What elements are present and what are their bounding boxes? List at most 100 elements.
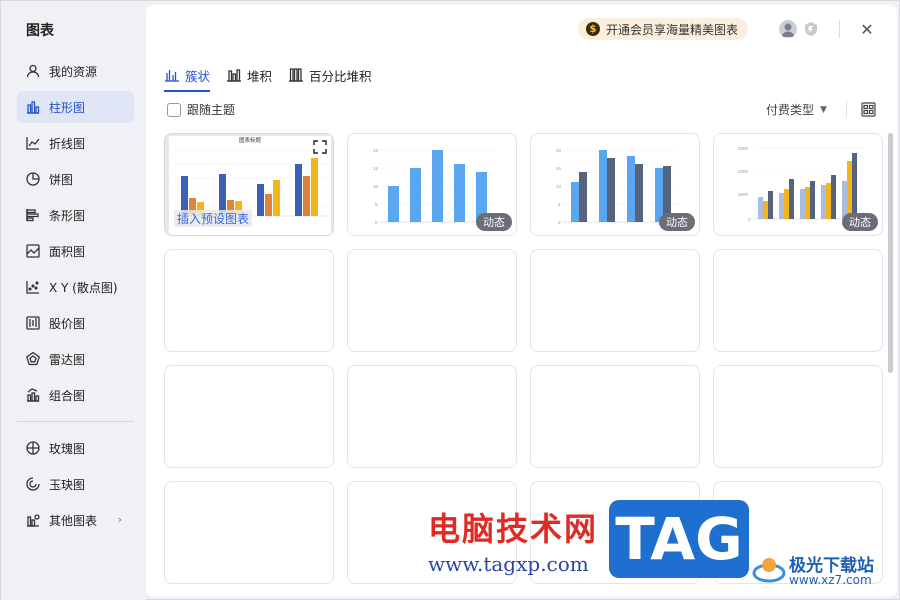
sidebar-item-label: 玉玦图 <box>49 477 86 492</box>
site-logo-icon <box>752 558 786 583</box>
svg-text:10: 10 <box>556 184 562 189</box>
chart-card-two-series[interactable]: 20 15 10 5 0 动态 <box>530 133 700 236</box>
chart-card-three-series[interactable]: 3000 2000 1000 0 动态 <box>713 133 883 236</box>
chart-card-placeholder[interactable] <box>347 249 517 352</box>
stock-chart-icon <box>25 315 41 331</box>
thumb-bar <box>805 187 810 219</box>
expand-icon[interactable] <box>311 138 329 156</box>
thumb-bar <box>303 176 310 216</box>
sidebar-item-label: 股价图 <box>49 316 86 331</box>
thumb-bar <box>847 161 852 219</box>
watermark-site: 极光下载站 www.xz7.com <box>751 549 897 595</box>
sidebar-item-label: 条形图 <box>49 208 86 223</box>
vip-coin-icon: $ <box>586 22 600 36</box>
chart-card-placeholder[interactable] <box>347 365 517 468</box>
thumb-bar <box>779 193 784 219</box>
sidebar-item-bar-chart[interactable]: 条形图 <box>17 199 134 231</box>
sidebar-item-pie-chart[interactable]: 饼图 <box>17 163 134 195</box>
caret-down-icon: ▼ <box>820 104 827 115</box>
svg-text:20: 20 <box>556 148 562 153</box>
grid-view-icon[interactable] <box>861 102 876 117</box>
chart-card-placeholder[interactable] <box>164 249 334 352</box>
thumb-title: 图表标题 <box>239 136 262 144</box>
pay-type-label: 付费类型 <box>766 103 815 117</box>
svg-text:2000: 2000 <box>738 169 749 174</box>
thumb-bar <box>571 182 579 222</box>
rose-chart-icon <box>25 440 41 456</box>
chart-card-placeholder[interactable] <box>164 481 334 584</box>
sidebar-item-other-chart[interactable]: 其他图表 › <box>17 504 134 536</box>
checkbox-box[interactable] <box>167 102 181 117</box>
thumb-bar <box>607 158 615 222</box>
clustered-column-icon <box>164 67 180 83</box>
combo-chart-icon <box>25 387 41 403</box>
chart-card-placeholder[interactable] <box>530 365 700 468</box>
thumb-bar <box>763 201 768 219</box>
sidebar-item-label: 其他图表 <box>49 513 98 528</box>
chart-card-single-series[interactable]: 20 15 10 5 0 动态 <box>347 133 517 236</box>
insert-preset-chart-button[interactable]: 插入预设图表 <box>174 210 253 227</box>
svg-text:15: 15 <box>373 166 379 171</box>
chart-card-placeholder[interactable] <box>713 249 883 352</box>
thumb-bar <box>311 158 318 216</box>
pie-chart-icon <box>25 171 41 187</box>
tab-stacked[interactable]: 堆积 <box>226 61 272 89</box>
sidebar-item-radar-chart[interactable]: 雷达图 <box>17 343 134 375</box>
svg-text:10: 10 <box>373 184 379 189</box>
svg-text:5: 5 <box>375 202 378 207</box>
sidebar-item-column-chart[interactable]: 柱形图 <box>17 91 134 123</box>
sidebar-item-rose-chart[interactable]: 玫瑰图 <box>17 432 134 464</box>
sidebar-item-line-chart[interactable]: 折线图 <box>17 127 134 159</box>
thumb-bar <box>826 183 831 219</box>
tab-clustered[interactable]: 簇状 <box>164 61 211 92</box>
chart-card-placeholder[interactable] <box>713 365 883 468</box>
chart-card-placeholder[interactable] <box>530 249 700 352</box>
thumb-bar <box>831 175 836 219</box>
svg-text:0: 0 <box>375 220 378 225</box>
dynamic-badge: 动态 <box>842 213 878 231</box>
sidebar-item-area-chart[interactable]: 面积图 <box>17 235 134 267</box>
sidebar-item-label: 玫瑰图 <box>49 441 86 456</box>
vip-promo-button[interactable]: $ 开通会员享海量精美图表 <box>578 18 749 40</box>
thumb-bar <box>257 184 264 216</box>
sidebar-item-combo-chart[interactable]: 组合图 <box>17 379 134 411</box>
dynamic-badge: 动态 <box>659 213 695 231</box>
follow-theme-checkbox[interactable]: 跟随主题 <box>167 101 235 118</box>
thumb-bar <box>852 153 857 219</box>
chart-dialog: 图表 我的资源 柱形图 折线图 饼图 条形图 面积图 X Y (散点图) 股价图… <box>0 0 900 600</box>
vip-badge-icon <box>805 22 817 36</box>
thumb-bar <box>579 172 587 222</box>
ring-chart-icon <box>25 476 41 492</box>
thumb-bar <box>784 189 789 219</box>
other-chart-icon <box>25 512 41 528</box>
close-button[interactable]: ✕ <box>858 20 876 39</box>
svg-text:0: 0 <box>748 217 751 222</box>
pay-type-dropdown[interactable]: 付费类型 ▼ <box>766 101 827 118</box>
radar-chart-icon <box>25 351 41 367</box>
thumb-bar <box>800 189 805 219</box>
thumb-bar <box>758 197 763 219</box>
avatar[interactable] <box>779 20 797 38</box>
thumb-bar <box>454 164 465 222</box>
thumb-bar <box>599 150 607 222</box>
sidebar-title: 图表 <box>26 23 54 39</box>
sidebar-item-label: 折线图 <box>49 136 86 151</box>
percent-stacked-icon <box>288 67 304 83</box>
chart-card-clustered-4series[interactable]: 图表标题 插入预设图表 <box>164 133 334 236</box>
sidebar-item-my-resources[interactable]: 我的资源 <box>17 55 134 87</box>
sidebar-item-scatter-chart[interactable]: X Y (散点图) <box>17 271 134 303</box>
chart-card-placeholder[interactable] <box>164 365 334 468</box>
tab-percent-stacked[interactable]: 百分比堆积 <box>288 61 372 89</box>
tab-label: 簇状 <box>185 68 211 84</box>
chevron-right-icon: › <box>117 513 122 526</box>
scatter-chart-icon <box>25 279 41 295</box>
watermark-cn-text: 电脑技术网 <box>428 510 599 548</box>
svg-text:15: 15 <box>556 166 562 171</box>
vertical-scrollbar[interactable] <box>888 133 893 373</box>
sidebar-item-label: 饼图 <box>49 172 74 187</box>
sidebar-item-ring-chart[interactable]: 玉玦图 <box>17 468 134 500</box>
follow-theme-label: 跟随主题 <box>187 103 236 117</box>
watermark-url: www.tagxp.com <box>428 552 589 576</box>
thumb-bar <box>273 180 280 216</box>
sidebar-item-stock-chart[interactable]: 股价图 <box>17 307 134 339</box>
